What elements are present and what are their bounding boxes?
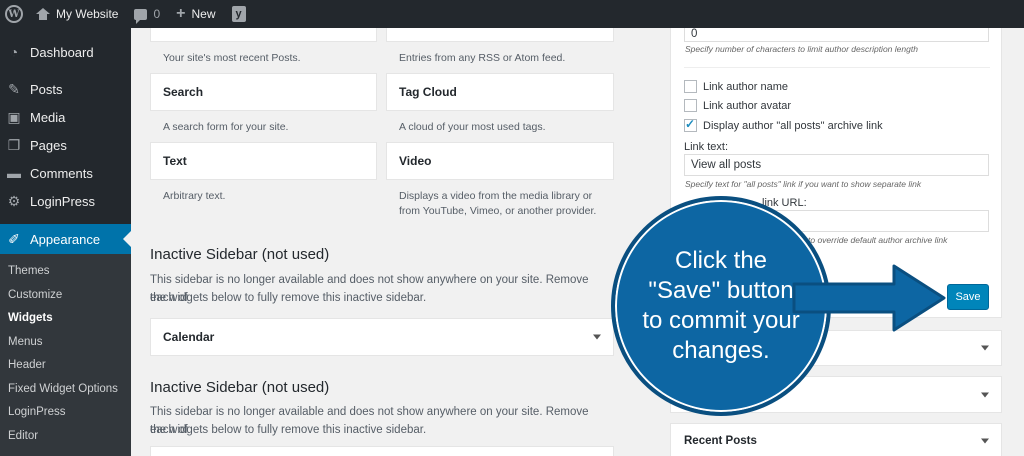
display-all-posts-row[interactable]: Display author "all posts" archive link (684, 117, 883, 132)
widget-title: Calendar (163, 330, 215, 344)
callout-line: to commit your (642, 307, 800, 334)
comments-icon: ▬ (7, 165, 21, 181)
comments-count: 0 (153, 7, 161, 21)
sidebar-item-dashboard[interactable]: ◔ Dashboard (0, 38, 131, 66)
link-author-name-checkbox[interactable] (684, 80, 697, 93)
widget-title: Tag Cloud (399, 85, 457, 99)
sidebar-item-posts[interactable]: ✎ Posts (0, 75, 131, 103)
sidebar-item-loginpress[interactable]: ⚙ LoginPress (0, 187, 131, 215)
submenu-item-themes[interactable]: Themes (0, 260, 131, 284)
submenu-item-loginpress[interactable]: LoginPress (0, 401, 131, 425)
gear-icon: ⚙ (7, 192, 21, 209)
pin-icon: ✎ (8, 80, 20, 97)
home-icon (36, 8, 50, 20)
sidebar-item-label: Media (30, 109, 66, 125)
callout-text: Click the "Save" button to commit your c… (626, 246, 816, 366)
submenu-item-editor[interactable]: Editor (0, 425, 131, 449)
sidebar-item-comments[interactable]: ▬ Comments (0, 159, 131, 187)
widget-video[interactable]: Video (386, 142, 614, 180)
widget-title: Recent Posts (684, 435, 757, 447)
link-text-hint: Specify text for "all posts" link if you… (685, 179, 922, 189)
new-label: New (191, 7, 216, 21)
inactive-sidebar-title[interactable]: Inactive Sidebar (not used) (150, 379, 329, 396)
widget-description: Your site's most recent Posts. (163, 52, 301, 64)
comments-link[interactable]: 0 (126, 0, 168, 28)
appearance-submenu: Themes Customize Widgets Menus Header Fi… (0, 254, 131, 456)
widget-title: Text (163, 154, 187, 168)
widget-title: Search (163, 85, 204, 99)
new-content-link[interactable]: + New (168, 0, 223, 28)
pages-icon: ❐ (7, 136, 21, 153)
widget-calendar[interactable]: Calendar (150, 318, 614, 356)
sidebar-item-appearance[interactable]: ✐ Appearance (0, 224, 131, 254)
media-icon: ▣ (7, 108, 21, 125)
display-all-posts-checkbox[interactable] (684, 117, 697, 132)
yoast-icon: y (231, 6, 246, 22)
sidebar-item-pages[interactable]: ❐ Pages (0, 131, 131, 159)
submenu-item-fixed-widget-options[interactable]: Fixed Widget Options (0, 378, 131, 402)
brush-icon: ✐ (8, 230, 20, 247)
site-name-label: My Website (56, 7, 119, 21)
divider (684, 67, 990, 68)
link-author-avatar-checkbox[interactable] (684, 99, 697, 112)
widget-inactive-bottom[interactable] (150, 446, 614, 456)
admin-sidebar: ◔ Dashboard ✎ Posts ▣ Media ❐ Pages ▬ Co… (0, 28, 131, 456)
sidebar-item-label: Comments (30, 165, 93, 181)
save-button[interactable]: Save (947, 284, 989, 310)
wordpress-logo-menu[interactable]: W (0, 0, 28, 28)
chevron-down-icon[interactable] (981, 345, 989, 351)
checkbox-label: Link author avatar (703, 99, 792, 112)
sidebar-item-label: Appearance (30, 231, 101, 247)
widget-description: Arbitrary text. (163, 190, 226, 202)
widget-text[interactable]: Text (150, 142, 377, 180)
widget-description: A search form for your site. (163, 121, 289, 133)
widget-description: A cloud of your most used tags. (399, 121, 546, 133)
char-limit-hint: Specify number of characters to limit au… (685, 44, 918, 54)
checkbox-label: Link author name (703, 80, 788, 93)
chevron-down-icon[interactable] (981, 438, 989, 444)
submenu-item-customize[interactable]: Customize (0, 284, 131, 308)
dashboard-icon: ◔ (9, 44, 19, 60)
chevron-down-icon[interactable] (981, 392, 989, 397)
callout-line: Click the (674, 247, 768, 274)
wordpress-logo-icon: W (5, 5, 23, 23)
widget-title: Video (399, 154, 432, 168)
pointer-arrow-icon (792, 264, 946, 332)
sidebar-item-label: Dashboard (30, 44, 94, 60)
link-text-label: Link text: (684, 141, 729, 153)
sidebar-item-label: Posts (30, 81, 63, 97)
callout-line: "Save" button (648, 277, 794, 304)
sidebar-item-label: LoginPress (30, 193, 96, 209)
submenu-item-widgets[interactable]: Widgets (0, 307, 131, 331)
link-author-name-row[interactable]: Link author name (684, 80, 788, 93)
sidebar-item-label: Pages (30, 137, 67, 153)
callout-line: changes. (672, 337, 770, 364)
inactive-sidebar-title[interactable]: Inactive Sidebar (not used) (150, 246, 329, 263)
widget-description: Displays a video from the media library … (399, 190, 593, 202)
submenu-item-menus[interactable]: Menus (0, 331, 131, 355)
site-name-link[interactable]: My Website (28, 0, 126, 28)
plus-icon: + (176, 5, 186, 22)
yoast-menu[interactable]: y (224, 0, 254, 28)
widget-description: Entries from any RSS or Atom feed. (399, 52, 566, 64)
char-limit-input[interactable]: 0 (684, 28, 989, 42)
inactive-sidebar-description: the widgets below to fully remove this i… (150, 292, 427, 304)
widget-recent-posts[interactable]: Recent Posts (670, 423, 1002, 456)
widget-search[interactable]: Search (150, 73, 377, 111)
link-url-hint: to override default author archive link (808, 235, 948, 245)
link-author-avatar-row[interactable]: Link author avatar (684, 99, 791, 112)
sidebar-item-media[interactable]: ▣ Media (0, 103, 131, 131)
admin-bar: W My Website 0 + New y (0, 0, 1024, 28)
link-text-input[interactable]: View all posts (684, 154, 989, 176)
widget-tag-cloud[interactable]: Tag Cloud (386, 73, 614, 111)
widget-description: from YouTube, Vimeo, or another provider… (399, 205, 597, 217)
chevron-down-icon[interactable] (593, 334, 601, 340)
widget-rss-top[interactable] (386, 28, 614, 42)
widget-recent-posts-top[interactable] (150, 28, 377, 42)
checkbox-label: Display author "all posts" archive link (703, 119, 883, 132)
inactive-sidebar-description: the widgets below to fully remove this i… (150, 424, 427, 436)
submenu-item-header[interactable]: Header (0, 354, 131, 378)
comment-bubble-icon (134, 8, 148, 24)
